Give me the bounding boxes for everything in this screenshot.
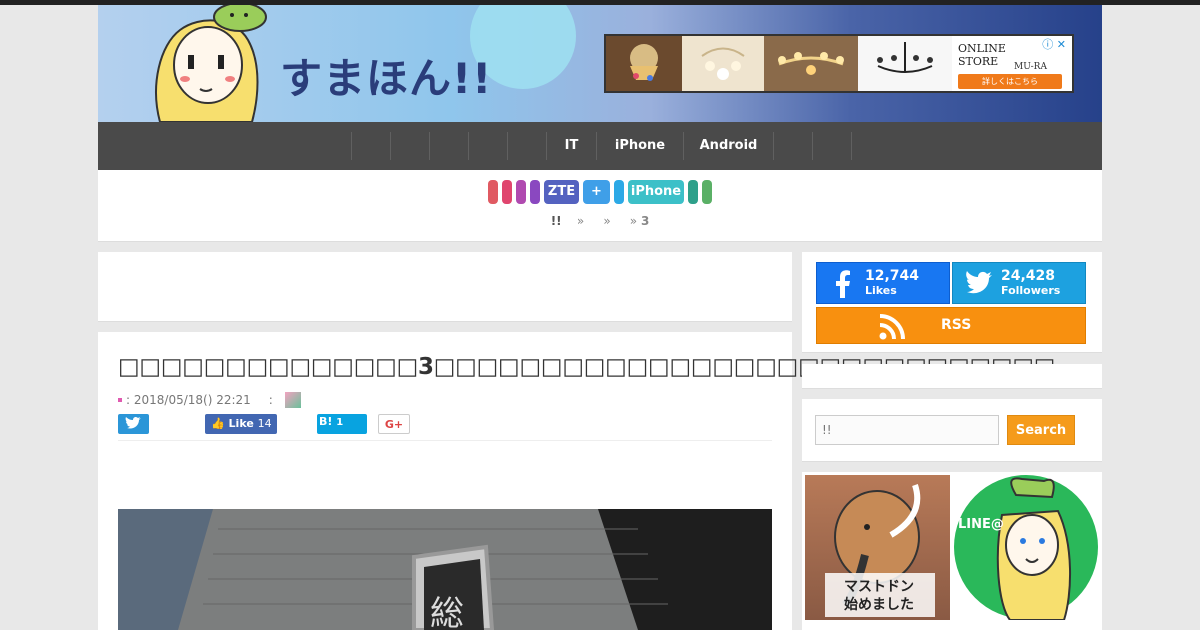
- tag-item[interactable]: [530, 180, 540, 204]
- tag-item[interactable]: ZTE: [544, 180, 579, 204]
- breadcrumb-home[interactable]: !!: [551, 214, 562, 228]
- facebook-label: Likes: [865, 284, 897, 297]
- nav-item[interactable]: [773, 132, 812, 160]
- author-avatar[interactable]: [284, 392, 301, 408]
- nav-item[interactable]: [812, 132, 852, 160]
- tag-item[interactable]: [502, 180, 512, 204]
- date-icon: [118, 398, 122, 402]
- divider: [118, 440, 772, 441]
- tag-item[interactable]: [614, 180, 624, 204]
- social-follow-box: 12,744 Likes 24,428 Followers RSS: [802, 252, 1102, 353]
- line-banner[interactable]: LINE@: [954, 475, 1099, 621]
- ad-chandelier-photo: [682, 36, 764, 91]
- header-ad-banner[interactable]: ONLINE STORE MU-RA ⓘ ✕ 詳しくはこちら: [604, 34, 1074, 93]
- tag-item[interactable]: +: [583, 180, 610, 204]
- ad-chandelier-photo: [764, 36, 858, 91]
- main-nav: IT iPhone Android: [98, 122, 1102, 170]
- mascot-illustration: [155, 5, 267, 122]
- facebook-like-button[interactable]: 👍 Like 14: [205, 414, 277, 434]
- hatena-bookmark-button[interactable]: B! 1: [317, 414, 367, 434]
- facebook-count: 12,744: [865, 268, 920, 284]
- like-label: Like: [228, 417, 254, 430]
- nav-item[interactable]: [429, 132, 468, 160]
- nav-item[interactable]: [468, 132, 507, 160]
- author-separator: :: [268, 393, 273, 407]
- tag-item[interactable]: [488, 180, 498, 204]
- tag-item[interactable]: iPhone: [628, 180, 684, 204]
- twitter-icon: [125, 416, 141, 429]
- rss-icon: [879, 314, 905, 340]
- nav-item-it[interactable]: IT: [546, 132, 596, 160]
- breadcrumb-current: 3: [640, 214, 650, 228]
- nav-item[interactable]: [351, 132, 390, 160]
- svg-text:総: 総: [430, 594, 464, 630]
- ad-cta-button[interactable]: 詳しくはこちら: [958, 74, 1062, 89]
- hatena-icon: B!: [319, 415, 333, 428]
- ad-chandelier-photo: [606, 36, 682, 91]
- ad-chandelier-photo: [858, 36, 952, 91]
- ad-store-text: ONLINE STORE: [958, 42, 1006, 68]
- line-mascot-illustration: [954, 475, 1098, 621]
- line-at-text: LINE@: [958, 517, 1004, 532]
- search-input[interactable]: [815, 415, 999, 445]
- ad-store-panel: ONLINE STORE MU-RA ⓘ ✕ 詳しくはこちら: [952, 36, 1068, 91]
- google-plus-button[interactable]: G+: [378, 414, 410, 434]
- mastodon-banner[interactable]: マストドン 始めました: [805, 475, 950, 620]
- search-button[interactable]: Search: [1007, 415, 1075, 445]
- twitter-label: Followers: [1001, 284, 1061, 297]
- twitter-count: 24,428: [1001, 268, 1056, 284]
- tag-area: ZTE + iPhone !! » » » 3: [98, 170, 1102, 242]
- sidebar-widget: [802, 364, 1102, 389]
- tag-item[interactable]: [688, 180, 698, 204]
- twitter-follow[interactable]: 24,428 Followers: [952, 262, 1086, 304]
- nav-item[interactable]: [390, 132, 429, 160]
- hatena-count: 1: [336, 417, 344, 428]
- nav-item-android[interactable]: Android: [683, 132, 773, 160]
- twitter-icon: [966, 271, 992, 294]
- article-date: : 2018/05/18() 22:21: [126, 393, 251, 407]
- nav-item-iphone[interactable]: iPhone: [596, 132, 683, 160]
- facebook-icon: [836, 270, 850, 298]
- tag-list: ZTE + iPhone: [488, 180, 712, 204]
- search-box: Search: [802, 399, 1102, 462]
- article-card: □□□□□□□□□□□□□□3□□□□□□□□□□□□□□□□□□□□□□□□□…: [98, 332, 1056, 630]
- thumbs-up-icon: 👍: [211, 417, 225, 430]
- breadcrumb: !! » » » 3: [98, 214, 1102, 228]
- breadcrumb-separator: »: [629, 214, 638, 228]
- breadcrumb-separator: »: [603, 214, 611, 228]
- tag-item[interactable]: [516, 180, 526, 204]
- tweet-button[interactable]: [118, 414, 149, 434]
- facebook-follow[interactable]: 12,744 Likes: [816, 262, 950, 304]
- article-hero-image: 総: [118, 509, 772, 630]
- tag-item[interactable]: [702, 180, 712, 204]
- nav-item[interactable]: [507, 132, 546, 160]
- rss-follow[interactable]: RSS: [816, 307, 1086, 344]
- site-header: すまほん!! ONLINE STORE MU-RA ⓘ ✕ 詳しくはこちら: [98, 5, 1102, 122]
- like-count: 14: [257, 417, 272, 430]
- rss-label: RSS: [941, 317, 972, 333]
- article-meta: : 2018/05/18() 22:21 :: [118, 392, 301, 408]
- ad-brand: MU-RA: [1014, 62, 1047, 72]
- breadcrumb-separator: »: [576, 214, 585, 228]
- mastodon-banner-text: マストドン 始めました: [844, 579, 914, 613]
- google-plus-icon: G+: [384, 418, 404, 431]
- ad-close-icon[interactable]: ⓘ ✕: [1042, 36, 1066, 52]
- banner-area: マストドン 始めました LINE@: [802, 472, 1102, 630]
- ad-slot: [98, 252, 792, 322]
- site-logo[interactable]: すまほん!!: [280, 45, 492, 106]
